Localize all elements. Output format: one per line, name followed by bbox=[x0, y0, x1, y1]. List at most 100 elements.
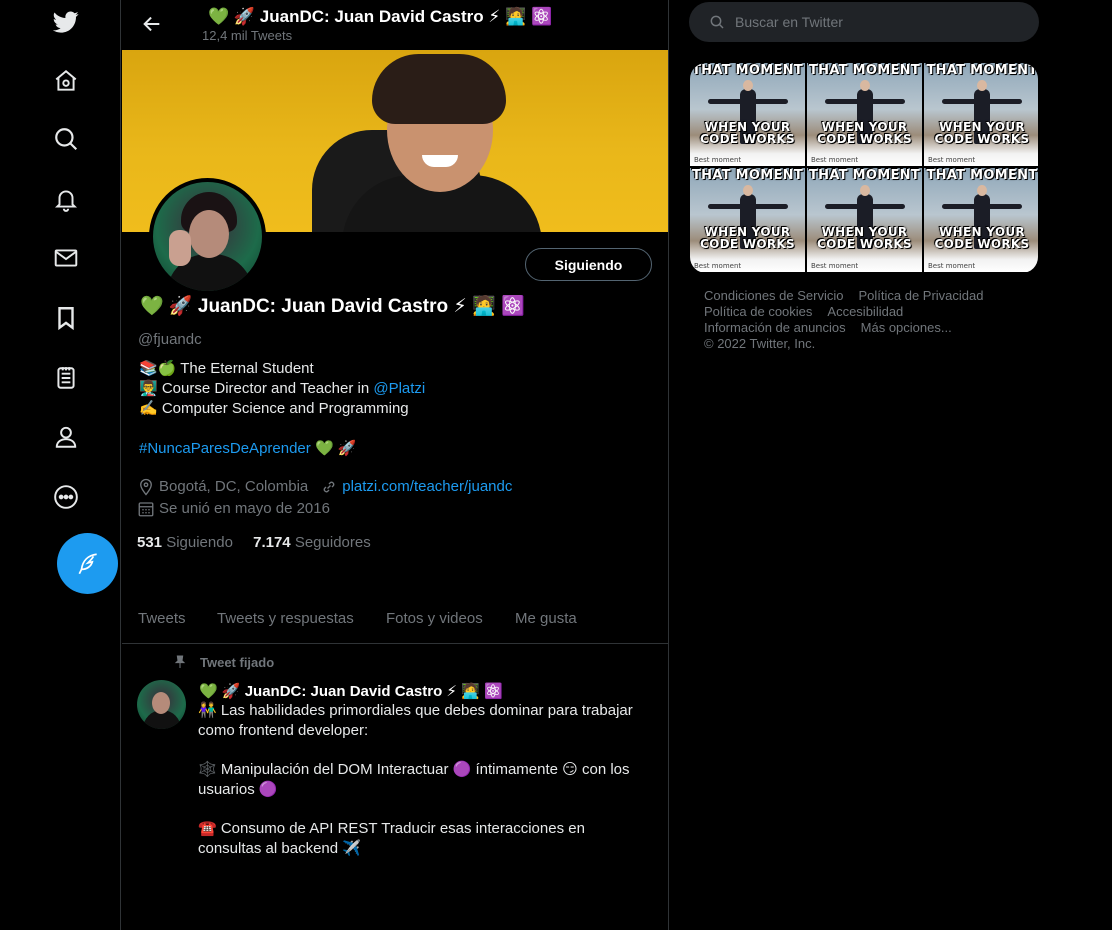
back-arrow-icon[interactable] bbox=[138, 10, 166, 38]
profile-display-name: 💚 🚀 JuanDC: Juan David Castro ⚡ 🧑‍💻 ⚛️ bbox=[140, 294, 525, 318]
pin-icon bbox=[174, 655, 186, 668]
meme-top-text: THAT MOMENT bbox=[691, 63, 804, 78]
notifications-bell-icon[interactable] bbox=[45, 178, 87, 220]
followers-count: 7.174 bbox=[253, 534, 291, 551]
header-display-name: 💚 🚀 JuanDC: Juan David Castro ⚡ 🧑‍💻 ⚛️ bbox=[208, 7, 552, 27]
search-input[interactable] bbox=[735, 12, 1025, 32]
footer-cookies-link[interactable]: Política de cookies bbox=[704, 304, 812, 320]
meme-top-text: THAT MOMENT bbox=[691, 168, 804, 183]
bio-line: 👨‍🏫 Course Director and Teacher in @Plat… bbox=[139, 379, 425, 399]
tab-media[interactable]: Fotos y videos bbox=[386, 610, 483, 627]
meme-caption: Best moment bbox=[928, 262, 976, 270]
followers-stat[interactable]: 7.174 Seguidores bbox=[253, 534, 371, 551]
tab-tweets[interactable]: Tweets bbox=[138, 610, 186, 627]
name-emoji-prefix: 💚 🚀 bbox=[208, 7, 256, 26]
tab-likes[interactable]: Me gusta bbox=[515, 610, 577, 627]
name-emoji-suffix: ⚡ 🧑‍💻 ⚛️ bbox=[453, 296, 525, 317]
profile-media-grid: THAT MOMENT WHEN YOUR CODE WORKS Best mome… bbox=[690, 63, 1038, 273]
messages-envelope-icon[interactable] bbox=[45, 237, 87, 279]
footer-privacy-link[interactable]: Política de Privacidad bbox=[858, 288, 983, 304]
media-thumbnail[interactable]: THAT MOMENT WHEN YOUR CODE WORKS Best mome… bbox=[690, 63, 805, 166]
profile-handle: @fjuandc bbox=[138, 331, 202, 348]
tweet-author-name[interactable]: 💚 🚀 JuanDC: Juan David Castro ⚡ 🧑‍💻 ⚛️ bbox=[199, 682, 503, 700]
media-thumbnail[interactable]: THAT MOMENT WHEN YOUR CODE WORKS Best mome… bbox=[807, 168, 922, 272]
footer-ads-link[interactable]: Información de anuncios bbox=[704, 320, 846, 336]
meme-top-text: THAT MOMENT bbox=[808, 168, 921, 183]
profile-main-column: 💚 🚀 JuanDC: Juan David Castro ⚡ 🧑‍💻 ⚛️ 1… bbox=[122, 0, 669, 930]
meme-top-text: THAT MOMENT bbox=[926, 168, 1038, 183]
meme-top-text: THAT MOMENT bbox=[926, 63, 1038, 78]
site-footer: Condiciones de Servicio Política de Priva… bbox=[704, 288, 1024, 352]
footer-more-options-link[interactable]: Más opciones... bbox=[861, 320, 952, 336]
explore-search-icon[interactable] bbox=[45, 118, 87, 160]
following-count: 531 bbox=[137, 534, 163, 551]
meme-caption: Best moment bbox=[811, 262, 859, 270]
meme-caption: Best moment bbox=[694, 156, 742, 164]
name-emoji-prefix: 💚 🚀 bbox=[199, 683, 241, 700]
bio-text: 💚 🚀 bbox=[310, 440, 357, 457]
bio-line: 📚🍏 The Eternal Student bbox=[139, 360, 314, 377]
bio-line: #NuncaParesDeAprender 💚 🚀 bbox=[139, 439, 425, 459]
following-stat[interactable]: 531 Siguiendo bbox=[137, 534, 233, 551]
tweet-author-text: JuanDC: Juan David Castro bbox=[244, 683, 443, 700]
profile-avatar[interactable] bbox=[149, 178, 266, 295]
tweet-author-avatar[interactable] bbox=[137, 680, 186, 729]
media-thumbnail[interactable]: THAT MOMENT WHEN YOUR CODE WORKS Best mome… bbox=[924, 63, 1038, 166]
profile-joined-date: Se unió en mayo de 2016 bbox=[159, 500, 330, 517]
meme-bottom-text: WHEN YOUR CODE WORKS bbox=[700, 225, 795, 251]
footer-copyright: © 2022 Twitter, Inc. bbox=[704, 336, 816, 351]
bio-text: 👨‍🏫 Course Director and Teacher in bbox=[139, 380, 374, 397]
profile-location: Bogotá, DC, Colombia bbox=[159, 478, 309, 495]
media-thumbnail[interactable]: THAT MOMENT WHEN YOUR CODE WORKS Best mome… bbox=[690, 168, 805, 272]
tab-tweets-and-replies[interactable]: Tweets y respuestas bbox=[217, 610, 354, 627]
profile-website-link[interactable]: platzi.com/teacher/juandc bbox=[342, 476, 512, 498]
tweet-paragraph: ☎️ Consumo de API REST Traducir esas int… bbox=[198, 820, 585, 857]
search-box[interactable] bbox=[689, 2, 1039, 42]
link-icon bbox=[323, 481, 335, 493]
hashtag-link[interactable]: #NuncaParesDeAprender bbox=[139, 440, 311, 457]
compose-tweet-button[interactable] bbox=[57, 533, 118, 594]
location-pin-icon bbox=[140, 478, 152, 496]
meme-bottom-text: WHEN YOUR CODE WORKS bbox=[934, 120, 1030, 146]
media-thumbnail[interactable]: THAT MOMENT WHEN YOUR CODE WORKS Best mome… bbox=[924, 168, 1038, 272]
footer-accessibility-link[interactable]: Accesibilidad bbox=[827, 304, 903, 320]
tweet-body: 👫 Las habilidades primordiales que debes… bbox=[198, 701, 648, 878]
name-emoji-suffix: ⚡ 🧑‍💻 ⚛️ bbox=[446, 683, 503, 700]
profile-meta: Bogotá, DC, Colombia platzi.com/teacher/… bbox=[137, 476, 512, 520]
follow-stats: 531 Siguiendo 7.174 Seguidores bbox=[137, 534, 371, 551]
bio-line: ✍️ Computer Science and Programming bbox=[139, 400, 409, 417]
meme-bottom-text: WHEN YOUR CODE WORKS bbox=[817, 225, 912, 251]
meme-top-text: THAT MOMENT bbox=[808, 63, 921, 78]
name-emoji-prefix: 💚 🚀 bbox=[140, 296, 193, 317]
pinned-text: Tweet fijado bbox=[200, 654, 275, 670]
meme-caption: Best moment bbox=[811, 156, 859, 164]
profile-icon[interactable] bbox=[45, 416, 87, 458]
meme-bottom-text: WHEN YOUR CODE WORKS bbox=[817, 120, 912, 146]
following-label: Siguiendo bbox=[166, 534, 233, 551]
tweet-paragraph: 👫 Las habilidades primordiales que debes… bbox=[198, 702, 633, 739]
feather-icon bbox=[78, 552, 97, 574]
tweet-paragraph: 🕸️ Manipulación del DOM Interactuar 🟣 ín… bbox=[198, 761, 630, 798]
more-options-icon[interactable] bbox=[45, 476, 87, 518]
followers-label: Seguidores bbox=[294, 534, 371, 551]
meme-caption: Best moment bbox=[928, 156, 976, 164]
lists-icon[interactable] bbox=[45, 357, 87, 399]
meme-bottom-text: WHEN YOUR CODE WORKS bbox=[934, 225, 1030, 251]
media-thumbnail[interactable]: THAT MOMENT WHEN YOUR CODE WORKS Best mome… bbox=[807, 63, 922, 166]
meme-bottom-text: WHEN YOUR CODE WORKS bbox=[700, 120, 795, 146]
calendar-icon bbox=[138, 502, 154, 517]
header-name-text: JuanDC: Juan David Castro bbox=[259, 7, 484, 26]
mention-link[interactable]: @Platzi bbox=[373, 380, 425, 397]
profile-tabs: Tweets Tweets y respuestas Fotos y video… bbox=[122, 595, 668, 644]
name-emoji-suffix: ⚡ 🧑‍💻 ⚛️ bbox=[488, 7, 553, 26]
profile-bio: 📚🍏 The Eternal Student 👨‍🏫 Course Direct… bbox=[139, 359, 425, 459]
search-icon bbox=[710, 15, 724, 29]
left-navigation bbox=[0, 0, 121, 930]
following-button[interactable]: Siguiendo bbox=[525, 248, 652, 281]
twitter-logo-icon[interactable] bbox=[45, 1, 87, 43]
meme-caption: Best moment bbox=[694, 262, 742, 270]
home-icon[interactable] bbox=[45, 60, 87, 102]
profile-name-text: JuanDC: Juan David Castro bbox=[197, 296, 449, 317]
bookmarks-icon[interactable] bbox=[45, 297, 87, 339]
footer-terms-link[interactable]: Condiciones de Servicio bbox=[704, 288, 843, 304]
